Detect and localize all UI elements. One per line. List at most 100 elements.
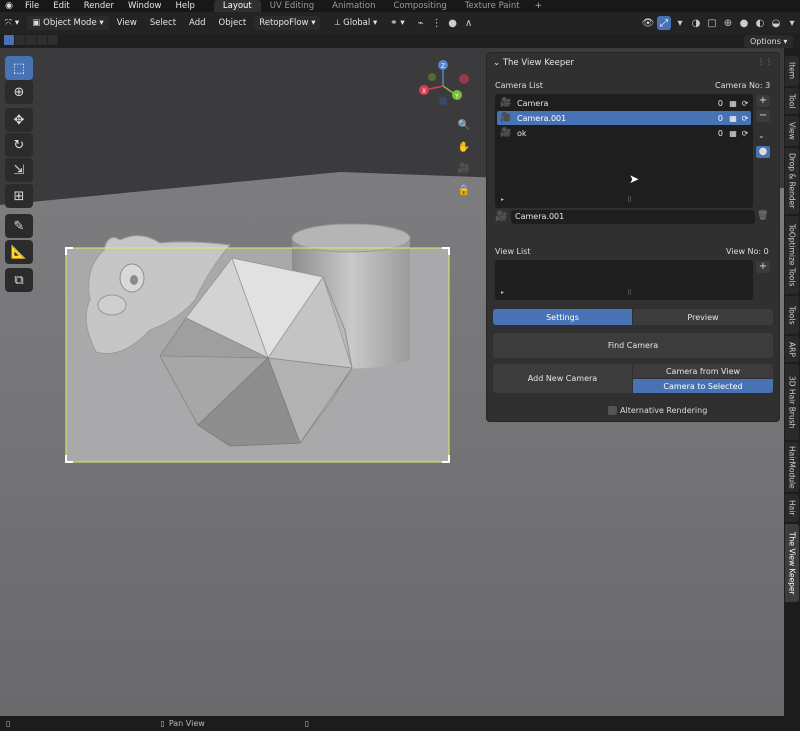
sidebar-tab-hair[interactable]: Hair (785, 494, 799, 522)
overlay-icon[interactable]: ◑ (689, 16, 703, 30)
transform-orientation-dropdown[interactable]: ⟂ Global ▾ (329, 16, 382, 30)
lock-icon[interactable]: 🔒 (457, 184, 471, 198)
render-icon[interactable]: ▦ (727, 114, 739, 123)
sidebar-tab-arp[interactable]: ARP (785, 336, 799, 362)
pivot-dropdown[interactable]: ⚭ ▾ (385, 16, 409, 30)
trash-icon[interactable]: 🗑 (757, 211, 768, 221)
render-icon[interactable]: ▦ (727, 99, 739, 108)
camera-from-view-button[interactable]: Camera from View (633, 364, 773, 378)
shading-rendered-icon[interactable]: ◒ (769, 16, 783, 30)
list-item[interactable]: 🎥 ok 0 ▦ ⟳ (497, 126, 751, 140)
editor-type-button[interactable]: ⤧ ▾ (0, 16, 24, 30)
camera-name-field[interactable]: Camera.001 (511, 210, 755, 224)
move-tool[interactable]: ✥ (5, 108, 33, 132)
pan-hand-icon[interactable]: ✋ (457, 141, 471, 155)
list-resize-handle-icon[interactable]: ⠿ (627, 289, 632, 297)
add-new-camera-button[interactable]: Add New Camera (493, 364, 632, 393)
sidebar-tab-view[interactable]: View (785, 116, 799, 146)
remove-camera-minus-button[interactable]: − (756, 110, 770, 122)
view-list[interactable]: ▸ ⠿ (495, 260, 753, 300)
camera-view-toggle-button[interactable]: ● (756, 146, 770, 158)
tab-settings[interactable]: Settings (493, 309, 632, 325)
render-icon[interactable]: ▦ (727, 129, 739, 138)
options-dropdown[interactable]: Options ▾ (744, 35, 794, 48)
sidebar-tab-tools[interactable]: Tools (785, 296, 799, 334)
sidebar-tab-3d-hair-brush[interactable]: 3D Hair Brush (785, 364, 799, 440)
snap-settings-icon[interactable]: ⋮ (430, 16, 444, 30)
workspace-tab-layout[interactable]: Layout (213, 0, 261, 12)
camera-to-selected-button[interactable]: Camera to Selected (633, 379, 773, 393)
sidebar-tab-the-view-keeper[interactable]: The View Keeper (785, 524, 799, 602)
select-menu[interactable]: Select (145, 16, 181, 30)
select-subtract-icon[interactable] (26, 35, 36, 45)
cursor-tool[interactable]: ⊕ (5, 80, 33, 104)
mode-dropdown[interactable]: ▣ Object Mode ▾ (27, 16, 109, 30)
falloff-icon[interactable]: ∧ (462, 16, 476, 30)
snap-icon[interactable]: ⌁ (414, 16, 428, 30)
select-invert-icon[interactable] (37, 35, 47, 45)
refresh-icon[interactable]: ⟳ (739, 99, 751, 108)
annotate-tool[interactable]: ✎ (5, 214, 33, 238)
add-camera-plus-button[interactable]: + (756, 95, 770, 107)
refresh-icon[interactable]: ⟳ (739, 129, 751, 138)
camera-list[interactable]: 🎥 Camera 0 ▦ ⟳ 🎥 Camera.001 0 ▦ ⟳ 🎥 ok 0… (495, 94, 753, 208)
sidebar-tab-drop-render[interactable]: Drop & Render (785, 148, 799, 214)
zoom-icon[interactable]: 🔍 (457, 119, 471, 133)
workspace-tab-animation[interactable]: Animation (323, 0, 384, 12)
list-options-chevron-icon[interactable]: ⌄ (758, 131, 765, 140)
visibility-icon[interactable]: 👁 (641, 16, 655, 30)
select-extend-icon[interactable] (15, 35, 25, 45)
add-view-plus-button[interactable]: + (756, 261, 770, 273)
add-cube-tool[interactable]: ⧉ (5, 268, 33, 292)
retopoflow-dropdown[interactable]: RetopoFlow ▾ (254, 16, 321, 30)
find-camera-button[interactable]: Find Camera (493, 333, 773, 358)
proportional-edit-icon[interactable]: ● (446, 16, 460, 30)
select-new-icon[interactable] (4, 35, 14, 45)
list-filter-toggle-icon[interactable]: ▸ (501, 289, 504, 296)
shading-dropdown-icon[interactable]: ▾ (785, 16, 799, 30)
alternative-rendering-checkbox[interactable] (608, 406, 617, 415)
menu-help[interactable]: Help (168, 1, 201, 11)
object-menu[interactable]: Object (214, 16, 252, 30)
workspace-tab-compositing[interactable]: Compositing (384, 0, 455, 12)
list-resize-handle-icon[interactable]: ⠿ (627, 196, 632, 204)
workspace-tab-uv-editing[interactable]: UV Editing (261, 0, 323, 12)
select-box-tool[interactable]: ⬚ (5, 56, 33, 80)
xray-icon[interactable]: ▢ (705, 16, 719, 30)
list-item[interactable]: 🎥 Camera.001 0 ▦ ⟳ (497, 111, 751, 125)
menu-file[interactable]: File (18, 1, 46, 11)
shading-solid-icon[interactable]: ● (737, 16, 751, 30)
refresh-icon[interactable]: ⟳ (739, 114, 751, 123)
sidebar-tab-item[interactable]: Item (785, 56, 799, 86)
drag-handle-icon[interactable]: ⋮⋮ (757, 57, 773, 66)
camera-view-icon[interactable]: 🎥 (457, 162, 471, 176)
panel-header[interactable]: ⌄ The View Keeper (493, 58, 574, 68)
camera-list-label: Camera List (495, 81, 543, 90)
tab-preview[interactable]: Preview (633, 309, 773, 325)
sidebar-tab-tool[interactable]: Tool (785, 88, 799, 114)
add-menu[interactable]: Add (184, 16, 210, 30)
measure-tool[interactable]: 📐 (5, 240, 33, 264)
list-filter-toggle-icon[interactable]: ▸ (501, 196, 504, 203)
gizmo-toggle-icon[interactable]: ⤢ (657, 16, 671, 30)
shading-material-icon[interactable]: ◐ (753, 16, 767, 30)
scale-tool[interactable]: ⇲ (5, 158, 33, 182)
menu-render[interactable]: Render (77, 1, 121, 11)
menu-window[interactable]: Window (121, 1, 169, 11)
camera-count: 0 (717, 98, 723, 108)
sidebar-tab-hairmodule[interactable]: HairModule (785, 442, 799, 492)
rotate-tool[interactable]: ↻ (5, 133, 33, 157)
view-menu[interactable]: View (112, 16, 142, 30)
menu-edit[interactable]: Edit (46, 1, 76, 11)
list-item[interactable]: 🎥 Camera 0 ▦ ⟳ (497, 96, 751, 110)
sidebar-tab-tooptimize-tools[interactable]: ToOptimize Tools (785, 216, 799, 294)
select-intersect-icon[interactable] (48, 35, 58, 45)
alternative-rendering-label: Alternative Rendering (620, 406, 708, 415)
workspace-tab-texture-paint[interactable]: Texture Paint (456, 0, 529, 12)
overlay-dropdown-icon[interactable]: ▾ (673, 16, 687, 30)
transform-tool[interactable]: ⊞ (5, 184, 33, 208)
add-workspace-icon[interactable]: + (529, 1, 549, 11)
panel-title: The View Keeper (502, 58, 574, 68)
blender-logo-icon[interactable]: ◉ (0, 1, 18, 11)
shading-wireframe-icon[interactable]: ⊕ (721, 16, 735, 30)
